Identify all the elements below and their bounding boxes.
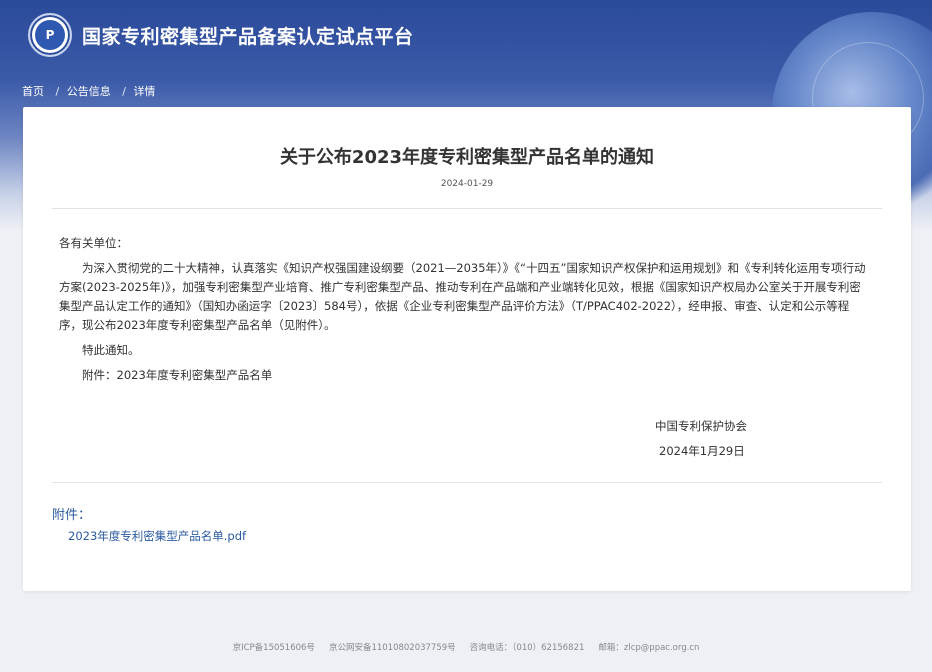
article-card: 关于公布2023年度专利密集型产品名单的通知 2024-01-29 各有关单位：… bbox=[23, 107, 911, 591]
attachments-label: 附件： bbox=[52, 508, 92, 523]
logo-icon: P bbox=[35, 20, 65, 50]
salutation: 各有关单位： bbox=[59, 236, 128, 250]
body-paragraph: 为深入贯彻党的二十大精神，认真落实《知识产权强国建设纲要（2021—2035年）… bbox=[59, 261, 866, 332]
page-footer: 京ICP备15051606号 京公网安备11010802037759号 咨询电话：（… bbox=[0, 641, 932, 653]
article-body: 各有关单位： 为深入贯彻党的二十大精神，认真落实《知识产权强国建设纲要（2021… bbox=[59, 234, 869, 391]
breadcrumb-current: 详情 bbox=[133, 85, 156, 98]
site-title[interactable]: 国家专利密集型产品备案认定试点平台 bbox=[82, 22, 414, 49]
breadcrumb-home[interactable]: 首页 bbox=[22, 85, 44, 98]
footer-email: 邮箱：zlcp@ppac.org.cn bbox=[598, 643, 700, 653]
footer-phone: 咨询电话：（010）62156821 bbox=[469, 643, 585, 653]
article-title: 关于公布2023年度专利密集型产品名单的通知 bbox=[279, 147, 655, 168]
site-header: P 国家专利密集型产品备案认定试点平台 bbox=[28, 13, 414, 57]
breadcrumb-separator: / bbox=[122, 85, 126, 98]
breadcrumb-announcements[interactable]: 公告信息 bbox=[67, 85, 111, 98]
attachment-download-link[interactable]: 2023年度专利密集型产品名单.pdf bbox=[68, 528, 246, 544]
breadcrumb: 首页 / 公告信息 / 详情 bbox=[22, 83, 159, 99]
attachment-line: 附件：2023年度专利密集型产品名单 bbox=[82, 368, 273, 382]
breadcrumb-separator: / bbox=[55, 85, 60, 98]
signer: 中国专利保护协会 bbox=[655, 419, 747, 433]
notice-line: 特此通知。 bbox=[82, 343, 140, 357]
sign-date: 2024年1月29日 bbox=[659, 444, 745, 458]
title-divider bbox=[52, 208, 882, 209]
article-date: 2024-01-29 bbox=[440, 179, 494, 189]
footer-icp[interactable]: 京ICP备15051606号 bbox=[233, 643, 315, 653]
attachment-divider bbox=[52, 482, 882, 483]
footer-police-record[interactable]: 京公网安备11010802037759号 bbox=[329, 643, 456, 653]
site-logo[interactable]: P bbox=[28, 13, 72, 57]
